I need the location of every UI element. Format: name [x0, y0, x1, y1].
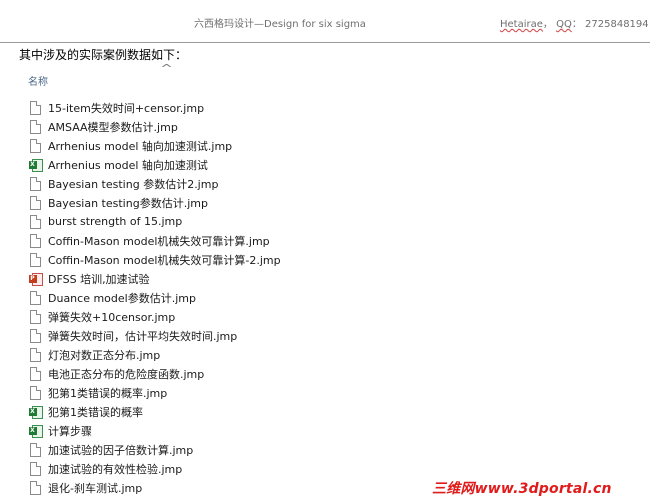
powerpoint-file-icon: P [28, 271, 43, 286]
column-header-name[interactable]: 名称 [28, 73, 48, 88]
file-name: 退化-刹车测试.jmp [48, 482, 143, 496]
file-name: burst strength of 15.jmp [48, 215, 183, 229]
generic-file-icon [28, 195, 43, 210]
file-name: 计算步骤 [48, 425, 92, 439]
header-title: 六西格玛设计—Design for six sigma [194, 19, 366, 30]
header-name: Hetairae [500, 19, 543, 30]
file-list-item[interactable]: Coffin-Mason model机械失效可靠计算-2.jmp [28, 250, 281, 269]
page-header: 六西格玛设计—Design for six sigma Hetairae， QQ… [0, 0, 650, 43]
intro-text: 其中涉及的实际案例数据如下： [19, 48, 188, 62]
excel-file-icon: X [28, 405, 43, 420]
file-name: Bayesian testing 参数估计2.jmp [48, 177, 219, 191]
file-name: 弹簧失效时间，估计平均失效时间.jmp [48, 330, 238, 344]
file-list-item[interactable]: 加速试验的因子倍数计算.jmp [28, 441, 281, 460]
file-list-item[interactable]: AMSAA模型参数估计.jmp [28, 117, 281, 136]
generic-file-icon [28, 329, 43, 344]
generic-file-icon [28, 290, 43, 305]
generic-file-icon [28, 462, 43, 477]
file-name: Duance model参数估计.jmp [48, 291, 196, 305]
header-qq-label: QQ [556, 19, 572, 30]
file-list-item[interactable]: X 犯第1类错误的概率 [28, 403, 281, 422]
generic-file-icon [28, 386, 43, 401]
file-name: 犯第1类错误的概率.jmp [48, 387, 168, 401]
file-name: 15-item失效时间+censor.jmp [48, 101, 205, 115]
generic-file-icon [28, 481, 43, 496]
file-list-item[interactable]: 犯第1类错误的概率.jmp [28, 384, 281, 403]
excel-file-icon: X [28, 424, 43, 439]
file-name: DFSS 培训,加速试验 [48, 272, 150, 286]
file-list-item[interactable]: Bayesian testing 参数估计2.jmp [28, 174, 281, 193]
generic-file-icon [28, 176, 43, 191]
sort-ascending-icon[interactable]: ^ [160, 62, 173, 75]
file-name: AMSAA模型参数估计.jmp [48, 120, 178, 134]
header-qq-number: 2725848194 [585, 19, 649, 30]
file-list-item[interactable]: 15-item失效时间+censor.jmp [28, 98, 281, 117]
header-contact: Hetairae， QQ： 2725848194 [500, 19, 649, 30]
file-name: 电池正态分布的危险度函数.jmp [48, 368, 205, 382]
generic-file-icon [28, 100, 43, 115]
file-name: 加速试验的有效性检验.jmp [48, 463, 183, 477]
generic-file-icon [28, 252, 43, 267]
file-name: 灯泡对数正态分布.jmp [48, 349, 161, 363]
generic-file-icon [28, 310, 43, 325]
file-list-item[interactable]: Duance model参数估计.jmp [28, 288, 281, 307]
generic-file-icon [28, 348, 43, 363]
watermark: 三维网www.3dportal.cn [432, 481, 612, 497]
file-list-item[interactable]: Arrhenius model 轴向加速测试.jmp [28, 136, 281, 155]
file-name: Bayesian testing参数估计.jmp [48, 196, 208, 210]
generic-file-icon [28, 214, 43, 229]
file-list-item[interactable]: 弹簧失效时间，估计平均失效时间.jmp [28, 327, 281, 346]
generic-file-icon [28, 138, 43, 153]
file-name: Coffin-Mason model机械失效可靠计算.jmp [48, 234, 270, 248]
file-list-item[interactable]: 弹簧失效+10censor.jmp [28, 308, 281, 327]
generic-file-icon [28, 119, 43, 134]
file-list-item[interactable]: 加速试验的有效性检验.jmp [28, 460, 281, 479]
file-name: 加速试验的因子倍数计算.jmp [48, 444, 194, 458]
generic-file-icon [28, 367, 43, 382]
file-list-item[interactable]: Coffin-Mason model机械失效可靠计算.jmp [28, 231, 281, 250]
generic-file-icon [28, 233, 43, 248]
file-list-item[interactable]: 电池正态分布的危险度函数.jmp [28, 365, 281, 384]
file-name: 犯第1类错误的概率 [48, 406, 143, 420]
file-list-item[interactable]: Bayesian testing参数估计.jmp [28, 193, 281, 212]
file-list-item[interactable]: P DFSS 培训,加速试验 [28, 269, 281, 288]
generic-file-icon [28, 443, 43, 458]
file-list-item[interactable]: 退化-刹车测试.jmp [28, 479, 281, 498]
file-list-item[interactable]: 灯泡对数正态分布.jmp [28, 346, 281, 365]
file-name: Arrhenius model 轴向加速测试.jmp [48, 139, 233, 153]
file-list-item[interactable]: burst strength of 15.jmp [28, 212, 281, 231]
excel-file-icon: X [28, 157, 43, 172]
file-list-item[interactable]: X Arrhenius model 轴向加速测试 [28, 155, 281, 174]
file-name: Coffin-Mason model机械失效可靠计算-2.jmp [48, 253, 281, 267]
file-name: 弹簧失效+10censor.jmp [48, 311, 176, 325]
file-name: Arrhenius model 轴向加速测试 [48, 158, 208, 172]
file-list: 15-item失效时间+censor.jmp AMSAA模型参数估计.jmp Arr… [28, 98, 281, 498]
file-list-item[interactable]: X 计算步骤 [28, 422, 281, 441]
